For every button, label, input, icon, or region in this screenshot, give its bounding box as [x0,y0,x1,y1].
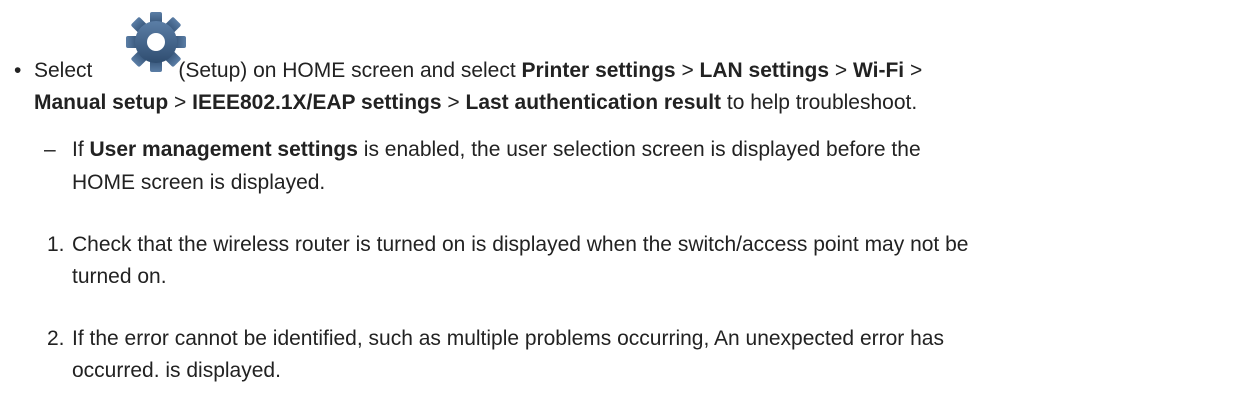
dash-marker: – [44,138,56,161]
setup-text: (Setup) on HOME screen and select [178,59,516,82]
wifi-label: Wi-Fi [853,59,905,82]
note-line1: – If User management settings is enabled,… [44,135,921,165]
path-separator: > [174,91,187,114]
step-number: 1. [47,233,65,256]
lan-settings-label: LAN settings [699,59,830,82]
step-item-1-line1: 1. Check that the wireless router is turn… [47,230,968,260]
manual-setup-label: Manual setup [34,91,169,114]
step-item-2-line1: 2. If the error cannot be identified, suc… [47,324,944,354]
select-word: Select [34,59,93,82]
path-separator: > [447,91,460,114]
step-text: If the error cannot be identified, such … [72,327,944,350]
eap-settings-label: IEEE802.1X/EAP settings [192,91,442,114]
path-separator: > [681,59,694,82]
last-auth-result-label: Last authentication result [465,91,722,114]
bullet-item-line1: • Select (Setup) on HOME screen and select… [14,56,922,86]
bullet-marker: • [14,59,22,82]
step-item-2-line2: occurred. is displayed. [72,359,281,382]
printer-settings-label: Printer settings [521,59,676,82]
note-line2: HOME screen is displayed. [72,171,326,194]
path-separator: > [910,59,923,82]
bullet-item-line2: Manual setup > IEEE802.1X/EAP settings >… [34,88,917,118]
step-text: Check that the wireless router is turned… [72,233,969,256]
note-prefix: If [72,138,84,161]
note-line1-rest: is enabled, the user selection screen is… [363,138,921,161]
step-number: 2. [47,327,65,350]
bullet-tail-text: to help troubleshoot. [726,91,918,114]
step-item-1-line2: turned on. [72,265,167,288]
path-separator: > [834,59,848,82]
user-management-settings-label: User management settings [89,138,358,161]
